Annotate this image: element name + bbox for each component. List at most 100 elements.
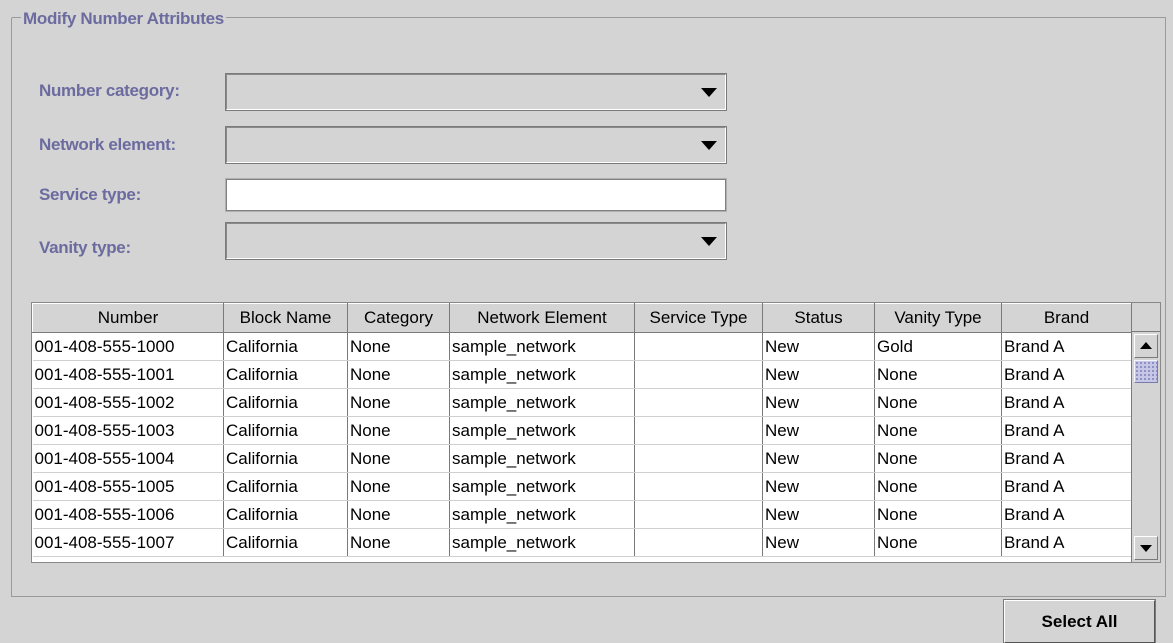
cell-brand[interactable]: Brand A <box>1001 528 1132 557</box>
cell-number[interactable]: 001-408-555-1002 <box>32 388 224 417</box>
cell-network-element[interactable]: sample_network <box>449 528 635 557</box>
column-header-category[interactable]: Category <box>347 303 450 333</box>
scroll-up-button[interactable] <box>1134 334 1158 358</box>
scroll-thumb[interactable] <box>1134 360 1158 383</box>
cell-status[interactable]: New <box>762 528 875 557</box>
cell-service-type[interactable] <box>634 360 763 389</box>
cell-brand[interactable]: Brand A <box>1001 472 1132 501</box>
network-element-select[interactable] <box>225 126 727 164</box>
cell-status[interactable]: New <box>762 360 875 389</box>
cell-network-element[interactable]: sample_network <box>449 332 635 361</box>
table-body: 001-408-555-1000 California None sample_net… <box>32 332 1132 557</box>
cell-number[interactable]: 001-408-555-1004 <box>32 444 224 473</box>
cell-service-type[interactable] <box>634 332 763 361</box>
column-header-number[interactable]: Number <box>32 303 224 333</box>
cell-block-name[interactable]: California <box>223 444 348 473</box>
cell-category[interactable]: None <box>347 472 450 501</box>
cell-number[interactable]: 001-408-555-1000 <box>32 332 224 361</box>
number-category-label: Number category: <box>39 81 180 100</box>
cell-service-type[interactable] <box>634 528 763 557</box>
cell-vanity-type[interactable]: Gold <box>874 332 1002 361</box>
cell-status[interactable]: New <box>762 472 875 501</box>
cell-brand[interactable]: Brand A <box>1001 500 1132 529</box>
service-type-label: Service type: <box>39 185 141 204</box>
cell-vanity-type[interactable]: None <box>874 416 1002 445</box>
table-row[interactable]: 001-408-555-1006 California None sample_net… <box>32 500 1132 529</box>
cell-block-name[interactable]: California <box>223 500 348 529</box>
cell-vanity-type[interactable]: None <box>874 500 1002 529</box>
cell-brand[interactable]: Brand A <box>1001 360 1132 389</box>
table-row[interactable]: 001-408-555-1003 California None sample_net… <box>32 416 1132 445</box>
cell-network-element[interactable]: sample_network <box>449 500 635 529</box>
table-row[interactable]: 001-408-555-1000 California None sample_net… <box>32 332 1132 361</box>
scroll-down-button[interactable] <box>1134 536 1158 560</box>
table-row[interactable]: 001-408-555-1007 California None sample_net… <box>32 528 1132 557</box>
cell-block-name[interactable]: California <box>223 332 348 361</box>
cell-block-name[interactable]: California <box>223 528 348 557</box>
cell-category[interactable]: None <box>347 360 450 389</box>
cell-service-type[interactable] <box>634 500 763 529</box>
cell-vanity-type[interactable]: None <box>874 388 1002 417</box>
cell-block-name[interactable]: California <box>223 472 348 501</box>
vanity-type-label: Vanity type: <box>39 238 131 257</box>
cell-brand[interactable]: Brand A <box>1001 416 1132 445</box>
table-header-row: Number Block Name Category Network Eleme… <box>32 303 1132 333</box>
select-all-button[interactable]: Select All <box>1003 599 1156 643</box>
arrow-up-icon <box>1140 342 1152 349</box>
vertical-scrollbar[interactable] <box>1131 332 1160 562</box>
cell-number[interactable]: 001-408-555-1003 <box>32 416 224 445</box>
table-row[interactable]: 001-408-555-1005 California None sample_net… <box>32 472 1132 501</box>
cell-brand[interactable]: Brand A <box>1001 444 1132 473</box>
cell-number[interactable]: 001-408-555-1001 <box>32 360 224 389</box>
column-header-block-name[interactable]: Block Name <box>223 303 348 333</box>
column-header-vanity-type[interactable]: Vanity Type <box>874 303 1002 333</box>
cell-category[interactable]: None <box>347 500 450 529</box>
cell-brand[interactable]: Brand A <box>1001 332 1132 361</box>
column-header-network-element[interactable]: Network Element <box>449 303 635 333</box>
cell-status[interactable]: New <box>762 416 875 445</box>
chevron-down-icon[interactable] <box>701 237 717 246</box>
cell-vanity-type[interactable]: None <box>874 360 1002 389</box>
table-row[interactable]: 001-408-555-1001 California None sample_net… <box>32 360 1132 389</box>
cell-service-type[interactable] <box>634 388 763 417</box>
cell-service-type[interactable] <box>634 472 763 501</box>
cell-block-name[interactable]: California <box>223 388 348 417</box>
numbers-table[interactable]: Number Block Name Category Network Eleme… <box>31 302 1161 563</box>
cell-vanity-type[interactable]: None <box>874 528 1002 557</box>
table-header-corner <box>1131 303 1160 332</box>
cell-category[interactable]: None <box>347 444 450 473</box>
cell-block-name[interactable]: California <box>223 360 348 389</box>
cell-status[interactable]: New <box>762 332 875 361</box>
cell-number[interactable]: 001-408-555-1005 <box>32 472 224 501</box>
cell-category[interactable]: None <box>347 528 450 557</box>
table-row[interactable]: 001-408-555-1004 California None sample_net… <box>32 444 1132 473</box>
cell-network-element[interactable]: sample_network <box>449 388 635 417</box>
cell-network-element[interactable]: sample_network <box>449 472 635 501</box>
cell-service-type[interactable] <box>634 444 763 473</box>
column-header-status[interactable]: Status <box>762 303 875 333</box>
cell-service-type[interactable] <box>634 416 763 445</box>
cell-number[interactable]: 001-408-555-1006 <box>32 500 224 529</box>
cell-vanity-type[interactable]: None <box>874 472 1002 501</box>
column-header-service-type[interactable]: Service Type <box>634 303 763 333</box>
cell-category[interactable]: None <box>347 332 450 361</box>
chevron-down-icon[interactable] <box>701 88 717 97</box>
cell-status[interactable]: New <box>762 444 875 473</box>
cell-block-name[interactable]: California <box>223 416 348 445</box>
service-type-input[interactable] <box>225 178 727 212</box>
cell-network-element[interactable]: sample_network <box>449 416 635 445</box>
cell-category[interactable]: None <box>347 388 450 417</box>
cell-vanity-type[interactable]: None <box>874 444 1002 473</box>
cell-status[interactable]: New <box>762 388 875 417</box>
vanity-type-select[interactable] <box>225 222 727 260</box>
column-header-brand[interactable]: Brand <box>1001 303 1132 333</box>
cell-brand[interactable]: Brand A <box>1001 388 1132 417</box>
chevron-down-icon[interactable] <box>701 141 717 150</box>
cell-category[interactable]: None <box>347 416 450 445</box>
cell-network-element[interactable]: sample_network <box>449 444 635 473</box>
number-category-select[interactable] <box>225 73 727 111</box>
table-row[interactable]: 001-408-555-1002 California None sample_net… <box>32 388 1132 417</box>
cell-number[interactable]: 001-408-555-1007 <box>32 528 224 557</box>
cell-status[interactable]: New <box>762 500 875 529</box>
cell-network-element[interactable]: sample_network <box>449 360 635 389</box>
